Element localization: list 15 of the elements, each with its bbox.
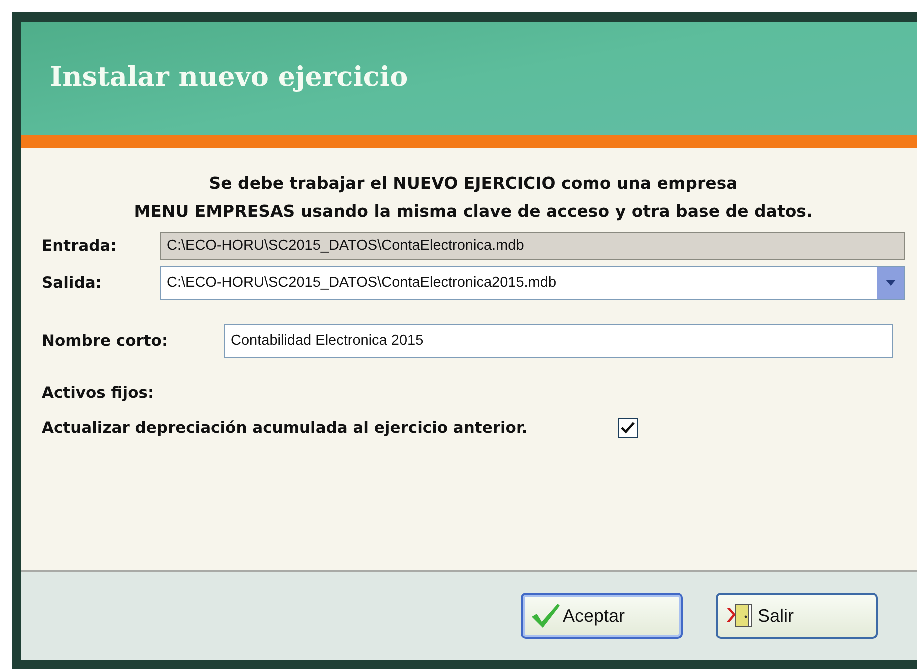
accept-button[interactable]: Aceptar	[521, 593, 683, 639]
input-field: C:\ECO-HORU\SC2015_DATOS\ContaElectronica.mdb	[160, 232, 905, 260]
checkbox[interactable]	[618, 418, 638, 438]
section-label: Activos fijos:	[42, 384, 156, 402]
field-label: Nombre corto:	[42, 332, 170, 350]
checkmark-icon	[531, 603, 561, 629]
field-label: Entrada:	[42, 237, 118, 255]
checkbox-label: Actualizar depreciación acumulada al ejercicio anterior.	[42, 419, 528, 437]
input-field[interactable]: Contabilidad Electronica 2015	[224, 324, 893, 358]
window-title: Instalar nuevo ejercicio	[50, 62, 408, 93]
exit-button[interactable]: Salir	[716, 593, 878, 639]
instruction-text: MENU EMPRESAS usando la misma clave de acceso y otra base de datos.	[133, 201, 814, 223]
dropdown-field[interactable]: C:\ECO-HORU\SC2015_DATOS\ContaElectronica2015.mdb	[160, 266, 905, 300]
field-label: Salida:	[42, 274, 104, 292]
instruction-text: Se debe trabajar el NUEVO EJERCICIO como una empresa	[208, 173, 739, 195]
